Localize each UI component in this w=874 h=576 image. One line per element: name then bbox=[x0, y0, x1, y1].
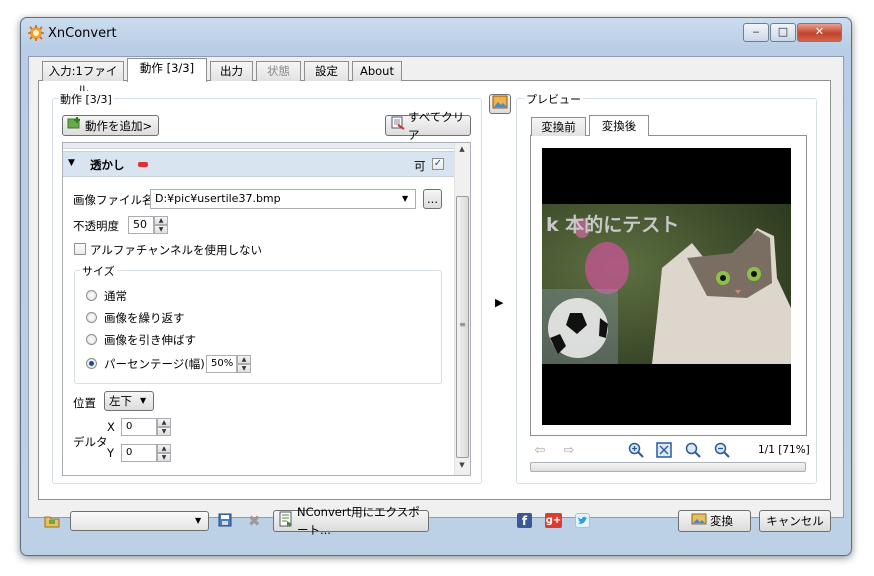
twitter-icon[interactable] bbox=[575, 513, 590, 528]
image-file-combobox[interactable]: D:¥pic¥usertile37.bmp bbox=[150, 189, 416, 209]
tab-output[interactable]: 出力 bbox=[210, 61, 253, 81]
facebook-icon[interactable]: f bbox=[517, 513, 532, 528]
close-button[interactable]: ✕ bbox=[797, 23, 842, 42]
add-action-button[interactable]: 動作を追加> bbox=[62, 115, 159, 136]
export-nconvert-button[interactable]: NConvert用にエクスポート... bbox=[273, 505, 429, 537]
previous-action-edge bbox=[63, 143, 454, 149]
percentage-spin-up-icon[interactable]: ▲ bbox=[237, 355, 251, 364]
preview-image bbox=[542, 148, 791, 425]
delta-y-label: Y bbox=[107, 446, 115, 460]
actual-size-icon[interactable] bbox=[685, 442, 701, 461]
preset-chevron-down-icon: ▼ bbox=[195, 516, 202, 525]
watermark-title: 透かし bbox=[90, 158, 125, 172]
image-file-value: D:¥pic¥usertile37.bmp bbox=[155, 192, 281, 205]
position-chevron-down-icon: ▼ bbox=[140, 396, 147, 405]
delta-y-spin-down-icon[interactable]: ▼ bbox=[157, 453, 171, 462]
tab-about[interactable]: About bbox=[352, 61, 402, 81]
expand-arrow-icon[interactable]: ▶ bbox=[495, 296, 503, 309]
delta-x-input[interactable]: 0 bbox=[121, 418, 157, 436]
percentage-input[interactable]: 50% bbox=[206, 355, 237, 373]
tab-after[interactable]: 変換後 bbox=[589, 115, 649, 136]
cancel-button[interactable]: キャンセル bbox=[759, 510, 831, 532]
actions-group-label: 動作 [3/3] bbox=[58, 91, 114, 107]
save-icon[interactable] bbox=[218, 513, 232, 530]
fit-to-window-icon[interactable] bbox=[656, 442, 672, 461]
collapse-triangle-icon[interactable]: ▼ bbox=[68, 158, 75, 168]
size-group-label: サイズ bbox=[80, 263, 117, 279]
delta-x-spin-down-icon[interactable]: ▼ bbox=[157, 427, 171, 436]
convert-icon bbox=[691, 512, 707, 531]
opacity-input[interactable]: 50 bbox=[128, 216, 154, 234]
size-stretch-label: 画像を引き伸ばす bbox=[104, 333, 196, 347]
next-arrow-icon[interactable]: ⇨ bbox=[562, 443, 576, 458]
image-preview-icon bbox=[492, 95, 508, 114]
add-icon bbox=[67, 116, 83, 135]
delta-x-spin-up-icon[interactable]: ▲ bbox=[157, 418, 171, 427]
delete-icon[interactable]: ✖ bbox=[248, 512, 261, 530]
image-file-label: 画像ファイル名 bbox=[73, 193, 154, 207]
delta-x-label: X bbox=[107, 420, 115, 434]
page-zoom-indicator: 1/1 [71%] bbox=[758, 444, 810, 456]
size-percentage-label: パーセンテージ(幅) bbox=[104, 357, 205, 371]
opacity-label: 不透明度 bbox=[73, 219, 119, 233]
delta-y-spin-up-icon[interactable]: ▲ bbox=[157, 444, 171, 453]
size-stretch-radio[interactable] bbox=[86, 334, 97, 345]
opacity-spin-up-icon[interactable]: ▲ bbox=[154, 216, 168, 225]
enabled-checkbox[interactable]: ✓ bbox=[432, 158, 444, 170]
size-percentage-radio[interactable] bbox=[86, 358, 97, 369]
convert-button[interactable]: 変換 bbox=[678, 510, 751, 532]
google-plus-icon[interactable]: g+ bbox=[545, 513, 562, 528]
enabled-label: 可 bbox=[414, 159, 426, 173]
tab-actions[interactable]: 動作 [3/3] bbox=[127, 58, 207, 82]
browse-button[interactable]: ... bbox=[423, 189, 442, 209]
delta-y-input[interactable]: 0 bbox=[121, 444, 157, 462]
remove-action-icon[interactable] bbox=[138, 162, 148, 167]
tab-settings[interactable]: 設定 bbox=[304, 61, 349, 81]
cancel-label: キャンセル bbox=[766, 514, 824, 528]
size-tile-radio[interactable] bbox=[86, 312, 97, 323]
position-select[interactable]: 左下 ▼ bbox=[104, 391, 154, 411]
previous-arrow-icon[interactable]: ⇦ bbox=[533, 443, 547, 458]
xnconvert-app-icon bbox=[28, 25, 44, 41]
percentage-spin-down-icon[interactable]: ▼ bbox=[237, 364, 251, 373]
preview-group-label: プレビュー bbox=[524, 91, 583, 107]
minimize-button[interactable]: ‒ bbox=[743, 23, 769, 42]
preview-scrollbar[interactable] bbox=[530, 462, 806, 472]
chevron-down-icon[interactable]: ▼ bbox=[402, 194, 408, 203]
tab-input[interactable]: 入力:1ファイル bbox=[42, 61, 124, 97]
export-script-icon bbox=[278, 511, 294, 532]
zoom-in-icon[interactable] bbox=[628, 442, 644, 461]
delta-label: デルタ bbox=[73, 435, 108, 449]
position-label: 位置 bbox=[73, 396, 96, 410]
scrollbar-grip-icon: ≡ bbox=[459, 320, 466, 329]
no-alpha-checkbox[interactable] bbox=[74, 243, 86, 255]
size-normal-radio[interactable] bbox=[86, 290, 97, 301]
convert-label: 変換 bbox=[710, 514, 733, 528]
preset-select[interactable]: ▼ bbox=[70, 511, 209, 531]
clear-list-icon bbox=[390, 116, 406, 135]
no-alpha-label: アルファチャンネルを使用しない bbox=[90, 243, 263, 257]
maximize-button[interactable]: □ bbox=[770, 23, 796, 42]
window-title: XnConvert bbox=[48, 26, 117, 41]
scroll-down-arrow-icon[interactable]: ▼ bbox=[455, 461, 469, 473]
tab-status[interactable]: 状態 bbox=[256, 61, 301, 81]
open-folder-icon[interactable] bbox=[44, 514, 60, 531]
scroll-up-arrow-icon[interactable]: ▲ bbox=[455, 145, 469, 157]
opacity-spin-down-icon[interactable]: ▼ bbox=[154, 225, 168, 234]
clear-all-label: すべてクリア bbox=[408, 109, 465, 142]
cat-photo bbox=[542, 204, 791, 364]
size-tile-label: 画像を繰り返す bbox=[104, 311, 185, 325]
tab-before[interactable]: 変換前 bbox=[531, 117, 586, 136]
add-action-label: 動作を追加> bbox=[85, 118, 153, 133]
zoom-out-icon[interactable] bbox=[714, 442, 730, 461]
preview-toggle-button[interactable] bbox=[489, 94, 511, 114]
clear-all-button[interactable]: すべてクリア bbox=[385, 110, 471, 142]
export-nconvert-label: NConvert用にエクスポート... bbox=[297, 505, 420, 537]
position-value: 左下 bbox=[109, 394, 132, 408]
watermark-text: k 本的にテスト bbox=[546, 214, 680, 236]
size-normal-label: 通常 bbox=[104, 289, 127, 303]
